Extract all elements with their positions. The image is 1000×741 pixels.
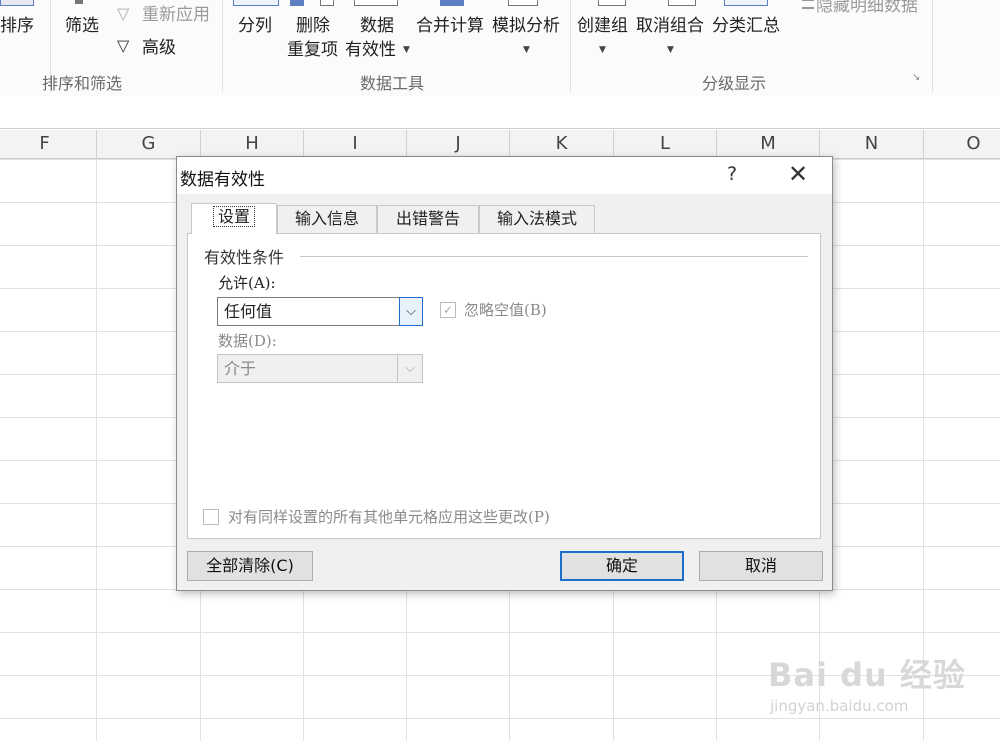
subtotal-button[interactable]: 分类汇总 [712,16,780,36]
create-group-icon [598,0,626,6]
column-header[interactable]: N [820,130,924,158]
ungroup-button[interactable]: 取消组合 [636,16,704,36]
column-header[interactable]: L [614,130,717,158]
group-label-data-tools: 数据工具 [360,74,425,93]
help-button[interactable]: ? [722,163,742,185]
chevron-down-icon: ▼ [403,45,410,55]
group-divider [300,256,808,257]
whatif-button[interactable]: 模拟分析 [492,16,560,36]
tab-ime-mode[interactable]: 输入法模式 [479,205,595,233]
apply-all-checkbox[interactable] [203,509,219,525]
ungroup-icon [668,0,696,6]
remove-duplicates-icon-2 [320,0,334,6]
whatif-icon [508,0,538,6]
dialog-title: 数据有效性 [180,170,265,190]
advanced-filter-icon: ▽ [117,36,130,55]
create-group-button[interactable]: 创建组 [577,16,628,36]
ribbon: 排序 筛选 ▽ 重新应用 ▽ 高级 排序和筛选 分列 删除 重复项 数据 有效性… [0,0,1000,97]
data-validation-icon [354,0,398,6]
tab-error-alert[interactable]: 出错警告 [377,205,479,233]
reapply-button[interactable]: 重新应用 [142,5,210,25]
tab-input-message[interactable]: 输入信息 [277,205,377,233]
ok-button[interactable]: 确定 [560,551,684,581]
data-validation-dialog: 数据有效性 ? ✕ 设置 输入信息 出错警告 输入法模式 有效性条件 允许(A)… [176,156,833,591]
close-button[interactable]: ✕ [785,160,811,188]
data-label: 数据(D): [218,332,277,350]
subtotal-icon [724,0,768,6]
column-header[interactable]: G [97,130,201,158]
hide-detail-icon [802,0,814,9]
chevron-down-icon: ▼ [599,45,606,55]
column-header[interactable]: M [717,130,820,158]
remove-duplicates-label-2[interactable]: 重复项 [287,40,338,60]
advanced-button[interactable]: 高级 [142,38,176,58]
tab-label: 设置 [212,206,256,227]
remove-duplicates-icon [290,0,304,6]
column-header[interactable]: J [407,130,510,158]
remove-duplicates-label-1[interactable]: 删除 [296,16,330,36]
cancel-button[interactable]: 取消 [699,551,823,581]
data-select-value: 介于 [224,359,257,378]
clear-all-button[interactable]: 全部清除(C) [187,551,313,581]
chevron-down-icon: ▼ [667,45,674,55]
hide-detail-button[interactable]: 隐藏明细数据 [816,0,918,16]
apply-all-label: 对有同样设置的所有其他单元格应用这些更改(P) [228,508,550,526]
settings-panel: 有效性条件 允许(A): 任何值 ⌵ ✓ 忽略空值(B) 数据(D): 介于 ⌵… [187,233,821,539]
sort-button[interactable]: 排序 [0,16,34,36]
validation-criteria-title: 有效性条件 [204,248,285,267]
allow-select[interactable]: 任何值 ⌵ [217,297,423,326]
ignore-blank-checkbox[interactable]: ✓ [440,302,456,318]
group-label-sort-filter: 排序和筛选 [42,74,123,93]
watermark-url: jingyan.baidu.com [770,697,909,715]
column-header[interactable]: I [304,130,407,158]
column-header[interactable]: O [924,130,1000,158]
data-validation-label-1[interactable]: 数据 [360,16,394,36]
consolidate-icon [440,0,464,6]
text-to-columns-button[interactable]: 分列 [238,16,272,36]
sort-icon [0,0,34,6]
group-label-outline: 分级显示 [702,74,767,93]
allow-label: 允许(A): [218,274,276,292]
chevron-down-icon[interactable]: ⌵ [399,297,423,326]
data-select: 介于 ⌵ [217,354,423,383]
baidu-watermark: Bai du 经验 [768,656,966,694]
tab-label: 出错警告 [395,209,460,228]
tab-label: 输入法模式 [496,209,577,228]
text-to-columns-icon [233,0,279,6]
dialog-titlebar[interactable]: 数据有效性 ? ✕ [177,157,832,194]
filter-icon [75,0,83,4]
column-header[interactable]: K [510,130,614,158]
chevron-down-icon: ⌵ [397,355,422,382]
reapply-icon: ▽ [117,4,130,23]
chevron-down-icon: ▼ [523,45,530,55]
dialog-launcher-icon[interactable]: ↘ [912,72,920,83]
formula-bar-area [0,96,1000,129]
column-header[interactable]: F [0,130,97,158]
ignore-blank-label: 忽略空值(B) [464,301,547,319]
tab-label: 输入信息 [294,209,359,228]
data-validation-label-2[interactable]: 有效性 [345,40,396,60]
consolidate-button[interactable]: 合并计算 [416,16,484,36]
filter-button[interactable]: 筛选 [65,16,99,36]
allow-select-value: 任何值 [224,302,273,321]
column-header-row: F G H I J K L M N O [0,130,1000,159]
column-header[interactable]: H [201,130,304,158]
tab-settings[interactable]: 设置 [191,203,277,234]
